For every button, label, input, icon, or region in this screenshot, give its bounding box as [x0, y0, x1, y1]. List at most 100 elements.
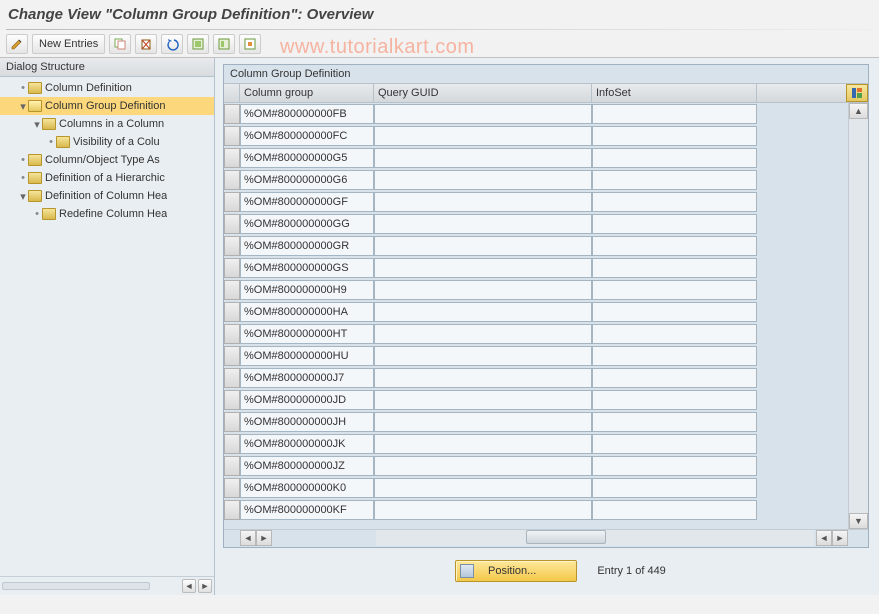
cell-infoset-input[interactable] — [592, 192, 757, 212]
cell-colgroup-input[interactable] — [240, 368, 374, 388]
cell-infoset-input[interactable] — [592, 500, 757, 520]
tree-nav-left[interactable]: ◄ — [182, 579, 196, 593]
cell-guid-input[interactable] — [374, 390, 592, 410]
row-selector-button[interactable] — [224, 104, 240, 124]
copy-as-button[interactable] — [109, 34, 131, 54]
row-selector-button[interactable] — [224, 258, 240, 278]
row-selector-button[interactable] — [224, 126, 240, 146]
cell-guid-input[interactable] — [374, 456, 592, 476]
tree-expand-icon[interactable]: • — [18, 82, 28, 94]
tree-item[interactable]: •Redefine Column Hea — [0, 205, 214, 223]
cell-guid-input[interactable] — [374, 258, 592, 278]
cell-colgroup-input[interactable] — [240, 478, 374, 498]
cell-guid-input[interactable] — [374, 478, 592, 498]
row-selector-button[interactable] — [224, 434, 240, 454]
tree-item[interactable]: •Definition of a Hierarchic — [0, 169, 214, 187]
deselect-all-button[interactable] — [239, 34, 261, 54]
cell-colgroup-input[interactable] — [240, 192, 374, 212]
cell-infoset-input[interactable] — [592, 434, 757, 454]
cell-colgroup-input[interactable] — [240, 434, 374, 454]
cell-infoset-input[interactable] — [592, 258, 757, 278]
row-selector-button[interactable] — [224, 500, 240, 520]
table-header-query-guid[interactable]: Query GUID — [374, 84, 592, 102]
toggle-display-change-button[interactable] — [6, 34, 28, 54]
select-block-button[interactable] — [213, 34, 235, 54]
cell-guid-input[interactable] — [374, 148, 592, 168]
tree-collapse-icon[interactable]: ▾ — [32, 118, 42, 131]
cell-colgroup-input[interactable] — [240, 170, 374, 190]
row-selector-button[interactable] — [224, 368, 240, 388]
cell-colgroup-input[interactable] — [240, 302, 374, 322]
hscroll-left-button-a[interactable]: ◄ — [240, 530, 256, 546]
cell-colgroup-input[interactable] — [240, 258, 374, 278]
cell-infoset-input[interactable] — [592, 126, 757, 146]
tree-item[interactable]: •Column Definition — [0, 79, 214, 97]
tree-expand-icon[interactable]: • — [18, 154, 28, 166]
row-selector-button[interactable] — [224, 412, 240, 432]
cell-infoset-input[interactable] — [592, 104, 757, 124]
hscroll-thumb[interactable] — [526, 530, 606, 544]
tree-collapse-icon[interactable]: ▾ — [18, 190, 28, 203]
tree-hscroll[interactable] — [2, 582, 150, 590]
row-selector-button[interactable] — [224, 280, 240, 300]
cell-guid-input[interactable] — [374, 500, 592, 520]
tree-expand-icon[interactable]: • — [32, 208, 42, 220]
select-all-button[interactable] — [187, 34, 209, 54]
row-selector-button[interactable] — [224, 148, 240, 168]
tree-item[interactable]: ▾Column Group Definition — [0, 97, 214, 115]
tree-item[interactable]: ▾Definition of Column Hea — [0, 187, 214, 205]
tree-item[interactable]: ▾Columns in a Column — [0, 115, 214, 133]
cell-colgroup-input[interactable] — [240, 324, 374, 344]
cell-guid-input[interactable] — [374, 324, 592, 344]
cell-colgroup-input[interactable] — [240, 214, 374, 234]
row-selector-button[interactable] — [224, 192, 240, 212]
table-configure-icon[interactable] — [846, 84, 868, 102]
cell-infoset-input[interactable] — [592, 478, 757, 498]
cell-guid-input[interactable] — [374, 280, 592, 300]
row-selector-button[interactable] — [224, 456, 240, 476]
tree-item[interactable]: •Column/Object Type As — [0, 151, 214, 169]
row-selector-button[interactable] — [224, 214, 240, 234]
cell-infoset-input[interactable] — [592, 456, 757, 476]
undo-change-button[interactable] — [161, 34, 183, 54]
cell-colgroup-input[interactable] — [240, 126, 374, 146]
tree-expand-icon[interactable]: • — [18, 172, 28, 184]
cell-guid-input[interactable] — [374, 192, 592, 212]
vscroll-up-button[interactable]: ▲ — [849, 103, 868, 119]
row-selector-button[interactable] — [224, 324, 240, 344]
cell-infoset-input[interactable] — [592, 368, 757, 388]
cell-infoset-input[interactable] — [592, 170, 757, 190]
cell-colgroup-input[interactable] — [240, 456, 374, 476]
cell-colgroup-input[interactable] — [240, 236, 374, 256]
cell-guid-input[interactable] — [374, 302, 592, 322]
cell-guid-input[interactable] — [374, 126, 592, 146]
cell-colgroup-input[interactable] — [240, 500, 374, 520]
cell-guid-input[interactable] — [374, 434, 592, 454]
tree-nav-right[interactable]: ► — [198, 579, 212, 593]
cell-guid-input[interactable] — [374, 214, 592, 234]
cell-infoset-input[interactable] — [592, 148, 757, 168]
new-entries-button[interactable]: New Entries — [32, 34, 105, 54]
table-vscroll[interactable]: ▲ ▼ — [848, 103, 868, 529]
vscroll-track[interactable] — [849, 119, 868, 513]
tree-collapse-icon[interactable]: ▾ — [18, 100, 28, 113]
hscroll-track[interactable] — [376, 530, 814, 546]
position-button[interactable]: Position... — [455, 560, 577, 582]
row-selector-button[interactable] — [224, 302, 240, 322]
tree-item[interactable]: •Visibility of a Colu — [0, 133, 214, 151]
cell-infoset-input[interactable] — [592, 412, 757, 432]
cell-infoset-input[interactable] — [592, 280, 757, 300]
delete-button[interactable] — [135, 34, 157, 54]
dialog-structure-tree[interactable]: •Column Definition▾Column Group Definiti… — [0, 77, 214, 576]
cell-guid-input[interactable] — [374, 170, 592, 190]
table-header-column-group[interactable]: Column group — [240, 84, 374, 102]
cell-guid-input[interactable] — [374, 346, 592, 366]
cell-colgroup-input[interactable] — [240, 280, 374, 300]
cell-infoset-input[interactable] — [592, 214, 757, 234]
row-selector-button[interactable] — [224, 346, 240, 366]
hscroll-left-button-b[interactable]: ◄ — [816, 530, 832, 546]
cell-guid-input[interactable] — [374, 412, 592, 432]
row-selector-button[interactable] — [224, 236, 240, 256]
cell-infoset-input[interactable] — [592, 302, 757, 322]
table-header-infoset[interactable]: InfoSet — [592, 84, 757, 102]
